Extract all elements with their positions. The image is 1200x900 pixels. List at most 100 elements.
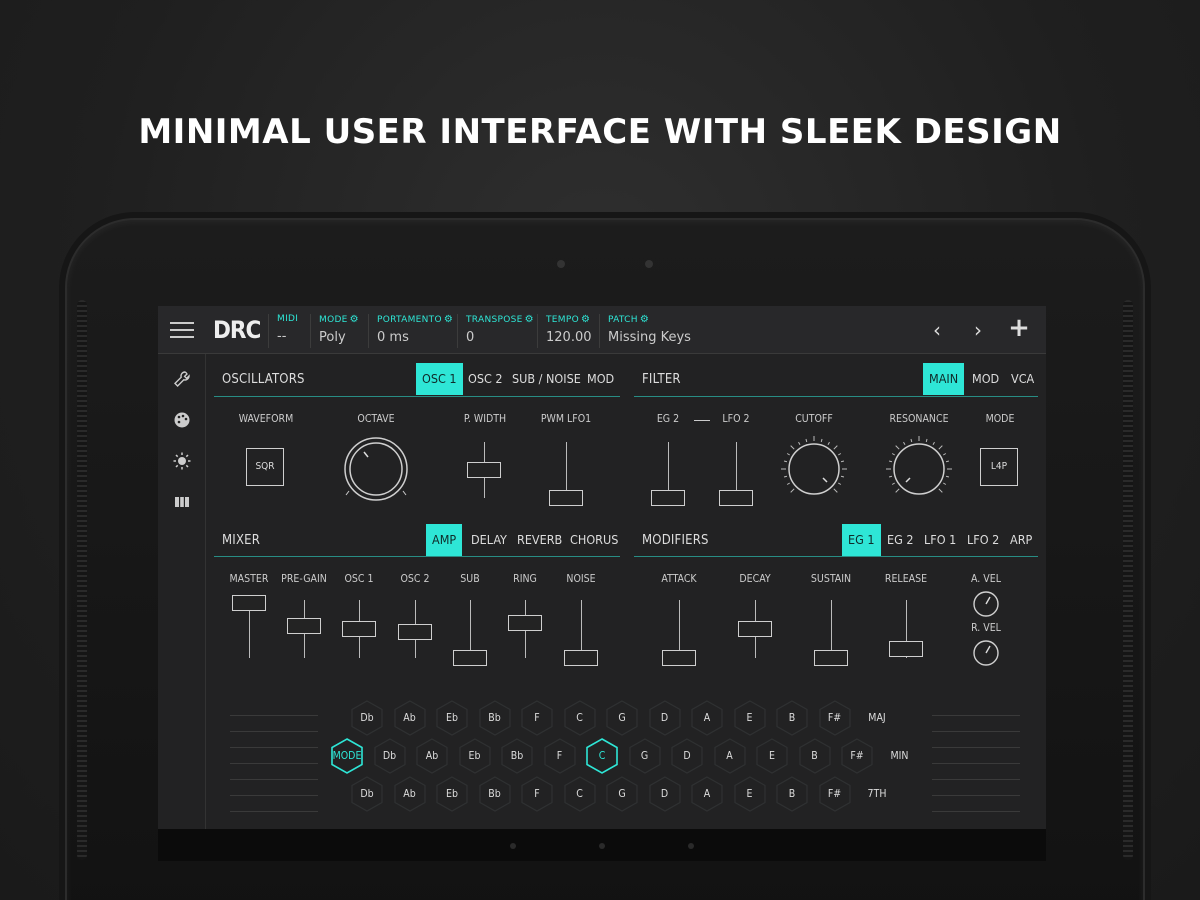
tab-oscillators-osc-1[interactable]: OSC 1 [416,363,463,395]
palette-icon[interactable] [171,411,193,433]
slider-thumb[interactable] [232,594,266,611]
key-eb[interactable]: Eb [456,737,494,775]
top-field-portamento[interactable]: PORTAMENTO ⚙ 0 ms [368,314,457,348]
key-bb[interactable]: Bb [498,737,536,775]
tab-mixer-delay[interactable]: DELAY [465,524,513,556]
tab-oscillators-sub-noise[interactable]: SUB / NOISE [506,363,587,395]
octave-knob[interactable] [341,434,411,508]
slider-thumb[interactable] [508,615,542,632]
slider-thumb[interactable] [662,650,696,666]
key-a[interactable]: A [688,775,726,813]
key-ab[interactable]: Ab [413,737,451,775]
key-c[interactable]: C [583,737,621,775]
next-patch-button[interactable]: › [966,318,990,342]
key-db[interactable]: Db [348,775,386,813]
key-f[interactable]: F [518,699,556,737]
key-d[interactable]: D [668,737,706,775]
key-min[interactable]: MIN [881,737,919,775]
key-eb[interactable]: Eb [433,775,471,813]
key-fsharp[interactable]: F# [838,737,876,775]
tab-modifiers-arp[interactable]: ARP [1004,524,1038,556]
home-button[interactable] [599,843,605,849]
pulse-width-slider[interactable] [467,462,501,478]
slider-thumb[interactable] [889,641,923,658]
tab-mixer-reverb[interactable]: REVERB [511,524,568,556]
key-c[interactable]: C [561,775,599,813]
slider-thumb[interactable] [564,650,598,666]
waveform-button[interactable]: SQR [246,448,284,486]
slider-thumb[interactable] [453,650,487,666]
key-db[interactable]: Db [348,699,386,737]
brightness-icon[interactable] [171,452,193,474]
tab-modifiers-eg-1[interactable]: EG 1 [842,524,881,556]
tab-oscillators-osc-2[interactable]: OSC 2 [462,363,509,395]
key-e[interactable]: E [731,699,769,737]
key-d[interactable]: D [646,699,684,737]
cutoff-knob[interactable] [779,434,849,508]
key-d[interactable]: D [646,775,684,813]
key-bb[interactable]: Bb [476,699,514,737]
tab-oscillators-mod[interactable]: MOD [581,363,620,395]
gear-icon[interactable]: ⚙ [640,314,649,325]
menu-icon[interactable] [170,322,194,338]
gear-icon[interactable]: ⚙ [350,314,359,325]
slider-thumb[interactable] [738,621,772,637]
key-e[interactable]: E [753,737,791,775]
key-g[interactable]: G [603,775,641,813]
key-fsharp[interactable]: F# [816,775,854,813]
key-e[interactable]: E [731,775,769,813]
key-db[interactable]: Db [371,737,409,775]
slider-thumb[interactable] [814,650,848,666]
tab-mixer-chorus[interactable]: CHORUS [564,524,624,556]
previous-patch-button[interactable]: ‹ [925,318,949,342]
add-patch-button[interactable]: + [1007,313,1031,343]
gear-icon[interactable]: ⚙ [581,314,590,325]
tab-filter-mod[interactable]: MOD [966,363,1005,395]
key-fsharp[interactable]: F# [816,699,854,737]
gear-icon[interactable]: ⚙ [444,314,453,325]
key-f[interactable]: F [518,775,556,813]
key-b[interactable]: B [773,699,811,737]
release-velocity-knob[interactable] [968,635,1004,675]
film-icon[interactable] [171,493,193,515]
key-a[interactable]: A [688,699,726,737]
back-button[interactable] [510,843,516,849]
tab-mixer-amp[interactable]: AMP [426,524,463,556]
key-bb[interactable]: Bb [476,775,514,813]
key-b[interactable]: B [773,775,811,813]
pwm-lfo1-slider[interactable] [549,490,583,506]
key-eb[interactable]: Eb [433,699,471,737]
slider-thumb[interactable] [287,618,321,635]
key-b[interactable]: B [796,737,834,775]
slider-thumb[interactable] [398,623,432,640]
tab-modifiers-lfo-1[interactable]: LFO 1 [918,524,962,556]
key-ab[interactable]: Ab [391,775,429,813]
attack-velocity-knob[interactable] [968,586,1004,626]
key-mode[interactable]: MODE [328,737,366,775]
top-field-tempo[interactable]: TEMPO ⚙ 120.00 [537,314,599,348]
filter-mode-button[interactable]: L4P [980,448,1018,486]
key-g[interactable]: G [626,737,664,775]
wrench-icon[interactable] [171,370,193,392]
top-field-mode[interactable]: MODE ⚙ Poly [310,314,368,348]
tab-modifiers-eg-2[interactable]: EG 2 [881,524,920,556]
resonance-knob[interactable] [884,434,954,508]
key-g[interactable]: G [603,699,641,737]
key-f[interactable]: F [541,737,579,775]
filter-eg2-slider[interactable] [651,490,685,506]
slider-thumb[interactable] [342,621,376,637]
top-field-midi[interactable]: MIDI -- [268,314,310,348]
gear-icon[interactable]: ⚙ [525,314,534,325]
tab-filter-main[interactable]: MAIN [923,363,965,395]
key-ab[interactable]: Ab [391,699,429,737]
key-7th[interactable]: 7TH [858,775,896,813]
key-c[interactable]: C [561,699,599,737]
tab-filter-vca[interactable]: VCA [1005,363,1040,395]
recents-button[interactable] [688,843,694,849]
tab-modifiers-lfo-2[interactable]: LFO 2 [961,524,1005,556]
key-a[interactable]: A [711,737,749,775]
top-field-transpose[interactable]: TRANSPOSE ⚙ 0 [457,314,537,348]
top-field-patch[interactable]: PATCH ⚙ Missing Keys [599,314,709,348]
filter-lfo2-slider[interactable] [719,490,753,506]
key-maj[interactable]: MAJ [858,699,896,737]
